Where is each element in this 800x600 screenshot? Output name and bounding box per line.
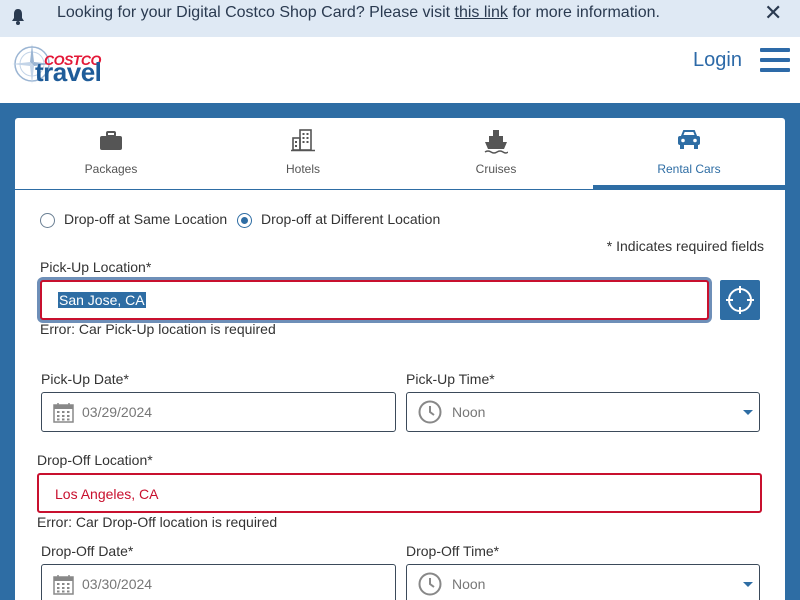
bell-icon <box>12 9 24 25</box>
radio-circle-selected[interactable] <box>237 213 252 228</box>
use-current-location-button[interactable] <box>720 280 760 320</box>
costco-travel-logo[interactable]: COSTCO travel <box>10 40 110 87</box>
pickup-date-value: 03/29/2024 <box>82 404 153 420</box>
radio-same-location-label: Drop-off at Same Location <box>64 211 228 227</box>
pickup-date-label: Pick-Up Date* <box>41 371 129 387</box>
clock-icon <box>418 572 442 596</box>
building-icon <box>291 129 315 152</box>
tab-rental-cars-label: Rental Cars <box>657 162 721 176</box>
dropoff-time-label: Drop-Off Time* <box>406 543 500 559</box>
car-icon <box>678 130 700 149</box>
banner-text-end: for more information. <box>507 4 660 21</box>
banner-message: Looking for your Digital Costco Shop Car… <box>57 4 660 22</box>
clock-icon <box>418 400 442 424</box>
dropoff-date-value: 03/30/2024 <box>82 576 153 592</box>
pickup-location-label: Pick-Up Location* <box>40 259 152 275</box>
dropoff-location-input[interactable]: Los Angeles, CA <box>37 473 762 513</box>
close-icon[interactable]: ✕ <box>764 2 782 24</box>
pickup-location-input[interactable]: San Jose, CA <box>40 280 709 320</box>
product-tabs: Packages Hotels Cruises Rental Cars <box>15 118 785 190</box>
dropoff-location-value: Los Angeles, CA <box>55 486 159 502</box>
radio-circle[interactable] <box>40 213 55 228</box>
site-header: COSTCO travel Login <box>0 37 800 103</box>
pickup-time-select[interactable]: Noon <box>406 392 760 432</box>
ship-icon <box>484 130 508 154</box>
banner-text-start: Looking for your Digital Costco Shop Car… <box>57 4 455 21</box>
calendar-icon <box>53 403 74 423</box>
pickup-date-input[interactable]: 03/29/2024 <box>41 392 396 432</box>
dropoff-time-value: Noon <box>452 576 486 592</box>
crosshair-icon <box>726 286 754 314</box>
pickup-time-label: Pick-Up Time* <box>406 371 495 387</box>
suitcase-icon <box>100 131 122 150</box>
hamburger-menu-icon[interactable] <box>760 48 790 74</box>
announcement-banner: Looking for your Digital Costco Shop Car… <box>0 0 800 37</box>
dropoff-date-input[interactable]: 03/30/2024 <box>41 564 396 600</box>
chevron-down-icon <box>743 582 753 587</box>
tab-hotels[interactable]: Hotels <box>207 118 399 190</box>
tab-cruises[interactable]: Cruises <box>400 118 592 190</box>
pickup-time-value: Noon <box>452 404 486 420</box>
logo-travel-text: travel <box>35 57 102 87</box>
login-link[interactable]: Login <box>693 49 742 72</box>
dropoff-time-select[interactable]: Noon <box>406 564 760 600</box>
dropoff-location-error: Error: Car Drop-Off location is required <box>37 514 278 530</box>
tab-packages[interactable]: Packages <box>15 118 207 190</box>
pickup-location-value: San Jose, CA <box>58 292 146 308</box>
radio-different-location-label: Drop-off at Different Location <box>261 211 441 227</box>
tab-hotels-label: Hotels <box>285 162 320 176</box>
tab-cruises-label: Cruises <box>475 162 517 176</box>
dropoff-location-label: Drop-Off Location* <box>37 452 153 468</box>
search-card: Packages Hotels Cruises Rental Cars Drop… <box>15 118 785 600</box>
banner-link[interactable]: this link <box>455 4 508 21</box>
chevron-down-icon <box>743 410 753 415</box>
dropoff-date-label: Drop-Off Date* <box>41 543 134 559</box>
required-fields-note: * Indicates required fields <box>606 238 764 254</box>
tab-packages-label: Packages <box>84 162 138 176</box>
calendar-icon <box>53 575 74 595</box>
pickup-location-error: Error: Car Pick-Up location is required <box>40 321 276 337</box>
tab-rental-cars[interactable]: Rental Cars <box>593 118 785 190</box>
